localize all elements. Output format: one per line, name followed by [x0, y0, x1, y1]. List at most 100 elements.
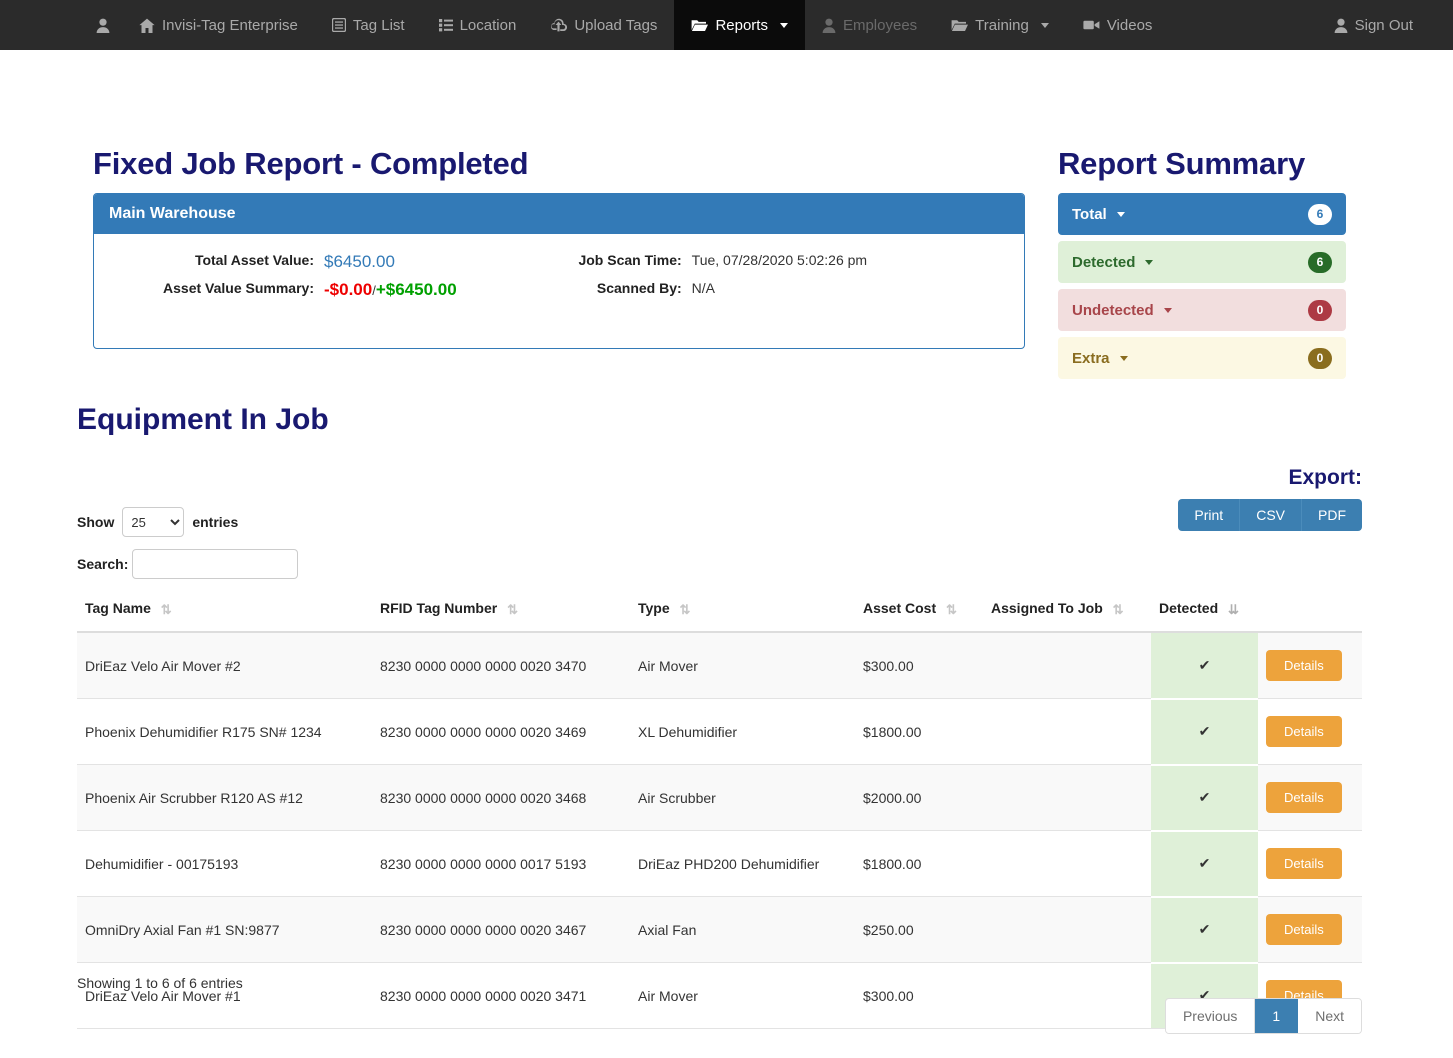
table-row: DriEaz Velo Air Mover #28230 0000 0000 0…	[77, 632, 1362, 699]
nav-item-employees: Employees	[805, 0, 934, 50]
entries-per-page-select[interactable]: 102550100	[122, 507, 184, 537]
sort-both-icon: ⇅	[161, 602, 172, 618]
details-button[interactable]: Details	[1266, 782, 1342, 813]
nav-item-tag-list[interactable]: Tag List	[315, 0, 422, 50]
cell-rfid-tag-number: 8230 0000 0000 0000 0017 5193	[372, 831, 630, 897]
cell-type: Axial Fan	[630, 897, 855, 963]
nav-item-location[interactable]: Location	[422, 0, 534, 50]
job-scan-time-label: Job Scan Time:	[552, 252, 692, 280]
details-button[interactable]: Details	[1266, 650, 1342, 681]
panel-heading: Main Warehouse	[94, 194, 1024, 234]
cell-assigned-to-job	[983, 699, 1151, 765]
search-label: Search:	[77, 556, 128, 572]
table-body: DriEaz Velo Air Mover #2 8230 0000 0000 0…	[77, 632, 1362, 1029]
cell-tag-name: OmniDry Axial Fan #1 SN:9877	[77, 897, 372, 963]
pagination: Previous 1 Next	[1165, 998, 1362, 1034]
column-header-label: RFID Tag Number	[380, 600, 497, 616]
column-header-detected[interactable]: Detected ⇊	[1151, 596, 1258, 632]
cell-actions: Details	[1258, 765, 1362, 831]
cell-type: Air Mover	[630, 632, 855, 699]
equipment-section-title: Equipment In Job	[77, 403, 329, 437]
cell-type: Air Mover	[630, 963, 855, 1029]
summary-item-detected[interactable]: Detected 6	[1058, 241, 1346, 283]
nav-item-label: Sign Out	[1355, 17, 1413, 34]
nav-item-label: Videos	[1107, 17, 1153, 34]
home-icon	[139, 18, 155, 33]
cell-tag-name: Dehumidifier - 00175193	[77, 831, 372, 897]
list-icon	[439, 18, 453, 32]
asset-value-block: Total Asset Value: $6450.00 Asset Value …	[94, 252, 457, 308]
nav-item-user[interactable]	[96, 0, 122, 50]
export-pdf-button[interactable]: PDF	[1302, 499, 1362, 531]
equipment-table-wrapper: Tag Name ⇅ RFID Tag Number ⇅ Type ⇅ Asse…	[77, 596, 1362, 1029]
summary-item-total[interactable]: Total 6	[1058, 193, 1346, 235]
search-input[interactable]	[132, 549, 298, 579]
cell-detected: ✔	[1151, 632, 1258, 699]
pagination-next[interactable]: Next	[1298, 999, 1361, 1033]
column-header-actions	[1258, 596, 1362, 632]
nav-item-label: Tag List	[353, 17, 405, 34]
summary-item-label: Total	[1072, 206, 1107, 223]
nav-item-upload-tags[interactable]: Upload Tags	[533, 0, 674, 50]
page-title: Fixed Job Report - Completed	[93, 146, 528, 182]
report-summary-title: Report Summary	[1058, 146, 1305, 182]
entries-label: entries	[192, 514, 238, 530]
column-header-type[interactable]: Type ⇅	[630, 596, 855, 632]
column-header-tag-name[interactable]: Tag Name ⇅	[77, 596, 372, 632]
nav-item-label: Location	[460, 17, 517, 34]
summary-item-undetected[interactable]: Undetected 0	[1058, 289, 1346, 331]
asset-value-negative: -$0.00	[324, 280, 372, 299]
export-label: Export:	[1178, 466, 1362, 490]
cell-rfid-tag-number: 8230 0000 0000 0000 0020 3471	[372, 963, 630, 1029]
asset-value-positive: +$6450.00	[376, 280, 457, 299]
nav-item-training[interactable]: Training	[934, 0, 1066, 50]
column-header-assigned-to-job[interactable]: Assigned To Job ⇅	[983, 596, 1151, 632]
cell-actions: Details	[1258, 699, 1362, 765]
table-row: Phoenix Air Scrubber R120 AS #128230 000…	[77, 765, 1362, 831]
cell-assigned-to-job	[983, 632, 1151, 699]
user-icon	[96, 18, 110, 33]
nav-item-label: Reports	[715, 17, 768, 34]
cell-tag-name: DriEaz Velo Air Mover #2	[77, 632, 372, 699]
scanned-by-row: Scanned By: N/A	[552, 280, 867, 308]
nav-item-reports[interactable]: Reports	[674, 0, 805, 50]
summary-item-label: Detected	[1072, 254, 1135, 271]
pagination-previous[interactable]: Previous	[1166, 999, 1255, 1033]
details-button[interactable]: Details	[1266, 716, 1342, 747]
details-button[interactable]: Details	[1266, 848, 1342, 879]
total-asset-value: $6450.00	[324, 252, 457, 280]
job-info-panel: Main Warehouse Total Asset Value: $6450.…	[93, 193, 1025, 349]
user-icon	[1334, 18, 1348, 33]
summary-item-extra[interactable]: Extra 0	[1058, 337, 1346, 379]
export-csv-button[interactable]: CSV	[1240, 499, 1302, 531]
cell-asset-cost: $250.00	[855, 897, 983, 963]
details-button[interactable]: Details	[1266, 914, 1342, 945]
chevron-down-icon	[1145, 260, 1153, 265]
sort-both-icon: ⇅	[946, 602, 957, 618]
column-header-rfid-tag-number[interactable]: RFID Tag Number ⇅	[372, 596, 630, 632]
summary-item-label: Extra	[1072, 350, 1110, 367]
cell-tag-name: Phoenix Dehumidifier R175 SN# 1234	[77, 699, 372, 765]
nav-item-sign-out[interactable]: Sign Out	[1317, 0, 1453, 50]
nav-item-videos[interactable]: Videos	[1066, 0, 1170, 50]
entries-length-control: Show 102550100 entries	[77, 507, 298, 537]
table-info: Showing 1 to 6 of 6 entries	[77, 975, 243, 991]
cell-type: XL Dehumidifier	[630, 699, 855, 765]
cell-detected: ✔	[1151, 765, 1258, 831]
table-row: OmniDry Axial Fan #1 SN:98778230 0000 00…	[77, 897, 1362, 963]
column-header-label: Tag Name	[85, 600, 151, 616]
cell-type: DriEaz PHD200 Dehumidifier	[630, 831, 855, 897]
pagination-page-1[interactable]: 1	[1255, 999, 1298, 1033]
export-print-button[interactable]: Print	[1178, 499, 1240, 531]
cell-assigned-to-job	[983, 963, 1151, 1029]
column-header-label: Assigned To Job	[991, 600, 1103, 616]
asset-value-summary: -$0.00/+$6450.00	[324, 280, 457, 308]
table-head: Tag Name ⇅ RFID Tag Number ⇅ Type ⇅ Asse…	[77, 596, 1362, 632]
scanned-by: N/A	[692, 280, 867, 308]
cell-assigned-to-job	[983, 831, 1151, 897]
column-header-asset-cost[interactable]: Asset Cost ⇅	[855, 596, 983, 632]
nav-item-invisi-tag-enterprise[interactable]: Invisi-Tag Enterprise	[122, 0, 315, 50]
column-header-label: Detected	[1159, 600, 1218, 616]
show-label: Show	[77, 514, 114, 530]
cell-actions: Details	[1258, 632, 1362, 699]
